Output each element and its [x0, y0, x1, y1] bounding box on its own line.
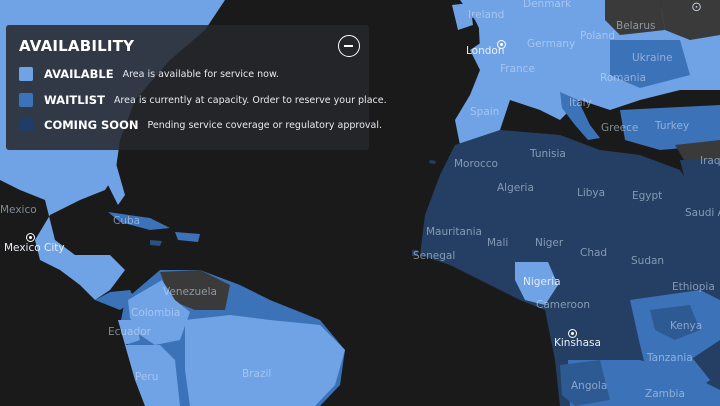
- brazil-region: [185, 315, 345, 406]
- legend-key-available: AVAILABLE: [44, 67, 114, 81]
- label-cuba: Cuba: [113, 215, 141, 227]
- label-poland: Poland: [580, 30, 616, 42]
- label-italy: Italy: [569, 97, 592, 109]
- label-morocco: Morocco: [454, 158, 498, 170]
- legend-item-coming-soon: COMING SOON Pending service coverage or …: [19, 117, 382, 133]
- swatch-available: [19, 67, 33, 81]
- label-brazil: Brazil: [242, 368, 272, 380]
- label-turkey: Turkey: [655, 120, 690, 132]
- label-france: France: [500, 63, 535, 75]
- label-tunisia: Tunisia: [530, 148, 566, 160]
- legend-item-waitlist: WAITLIST Area is currently at capacity. …: [19, 92, 387, 108]
- label-ireland: Ireland: [468, 9, 505, 21]
- label-belarus: Belarus: [616, 20, 656, 32]
- swatch-coming-soon: [19, 118, 33, 132]
- label-zambia: Zambia: [645, 388, 685, 400]
- label-cameroon: Cameroon: [536, 299, 591, 311]
- label-ukraine: Ukraine: [632, 52, 673, 64]
- label-chad: Chad: [580, 247, 608, 259]
- label-romania: Romania: [600, 72, 646, 84]
- label-niger: Niger: [535, 237, 564, 249]
- label-germany: Germany: [527, 38, 576, 50]
- label-mauritania: Mauritania: [426, 226, 482, 238]
- map-view[interactable]: Ireland Denmark Belarus Germany Poland U…: [0, 0, 720, 406]
- label-denmark: Denmark: [523, 0, 572, 10]
- jamaica-region: [150, 240, 162, 246]
- label-ecuador: Ecuador: [108, 326, 151, 338]
- minus-circle-icon[interactable]: [338, 35, 360, 57]
- label-mali: Mali: [487, 237, 509, 249]
- label-nigeria: Nigeria: [523, 276, 561, 288]
- label-venezuela: Venezuela: [163, 286, 217, 298]
- city-marker-mexico-city[interactable]: [26, 233, 35, 242]
- label-egypt: Egypt: [632, 190, 663, 202]
- label-saudi: Saudi A: [685, 207, 720, 219]
- swatch-waitlist: [19, 93, 33, 107]
- location-pin-icon[interactable]: ⊙: [691, 0, 702, 15]
- legend-item-available: AVAILABLE Area is available for service …: [19, 66, 279, 82]
- label-mexico: Mexico: [0, 204, 37, 216]
- label-senegal: Senegal: [413, 250, 456, 262]
- city-name-kinshasa: Kinshasa: [554, 337, 601, 349]
- hispaniola-region: [175, 232, 200, 242]
- label-greece: Greece: [601, 122, 639, 134]
- label-ethiopia: Ethiopia: [672, 281, 715, 293]
- canary-islands: [429, 160, 436, 164]
- legend-title: AVAILABILITY: [19, 37, 135, 55]
- label-colombia: Colombia: [131, 307, 181, 319]
- legend-key-coming-soon: COMING SOON: [44, 118, 139, 132]
- label-iraq: Iraq: [700, 155, 720, 167]
- label-sudan: Sudan: [631, 255, 665, 267]
- city-name-mexico-city: Mexico City: [4, 242, 65, 254]
- city-name-london: London: [466, 45, 505, 57]
- legend-desc-waitlist: Area is currently at capacity. Order to …: [113, 94, 387, 106]
- label-angola: Angola: [571, 380, 608, 392]
- label-kenya: Kenya: [670, 320, 703, 332]
- legend-key-waitlist: WAITLIST: [44, 93, 105, 107]
- legend-desc-coming-soon: Pending service coverage or regulatory a…: [147, 119, 383, 131]
- label-tanzania: Tanzania: [647, 352, 693, 364]
- label-libya: Libya: [577, 187, 606, 199]
- label-algeria: Algeria: [497, 182, 534, 194]
- label-spain: Spain: [470, 106, 500, 118]
- legend-desc-available: Area is available for service now.: [122, 68, 279, 80]
- availability-legend: AVAILABILITY AVAILABLE Area is available…: [6, 25, 387, 150]
- label-peru: Peru: [135, 371, 159, 383]
